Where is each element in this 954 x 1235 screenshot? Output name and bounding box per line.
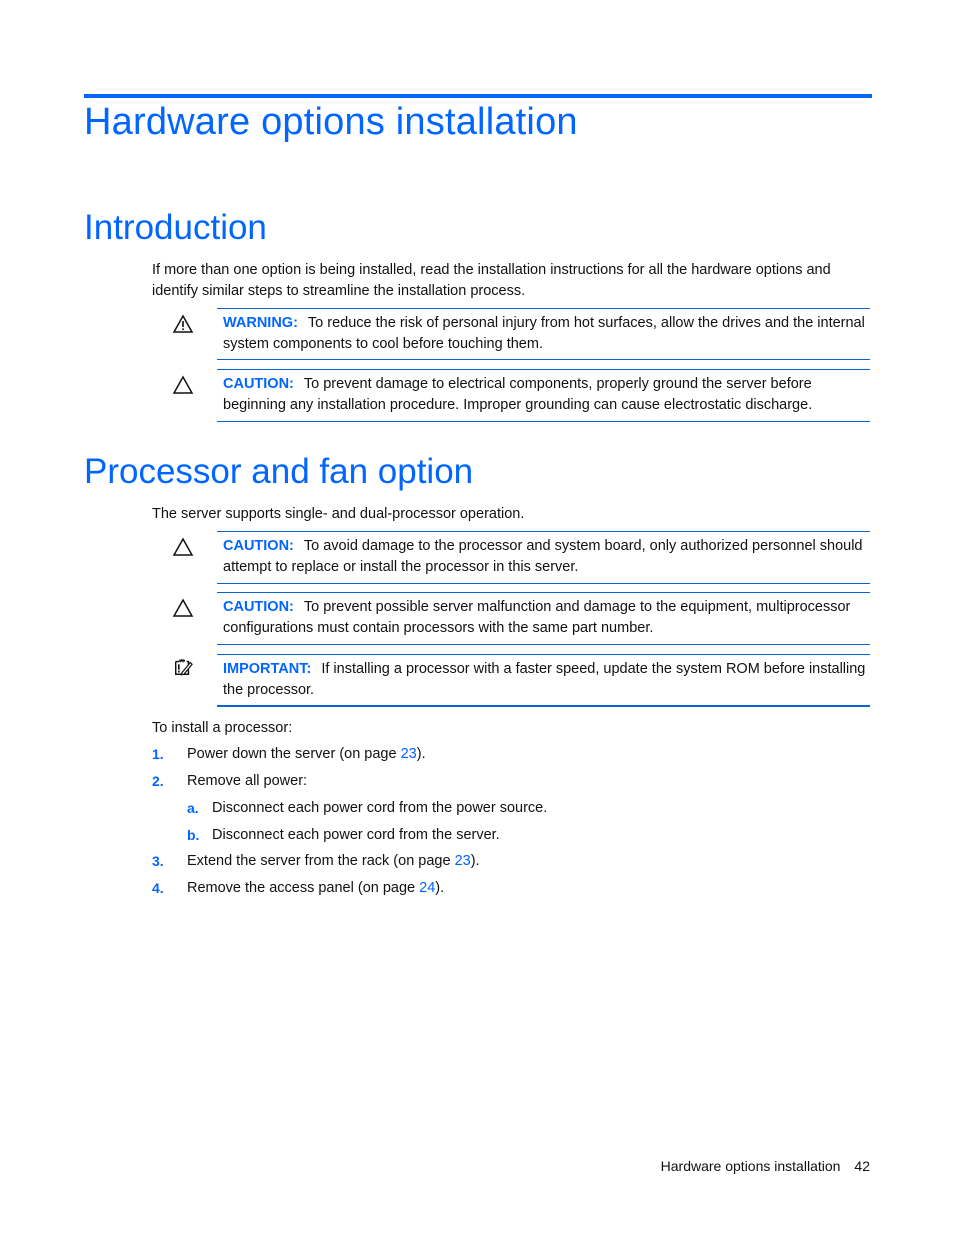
step-text: Remove all power: [187, 773, 308, 789]
step-number: 1. [152, 746, 164, 762]
title-rule [84, 94, 872, 98]
caution-text: To avoid damage to the processor and sys… [223, 538, 863, 575]
warning-label: WARNING: [223, 315, 298, 331]
substep-letter: a. [187, 800, 199, 816]
warning-note: WARNING: To reduce the risk of personal i… [217, 308, 870, 360]
step-text: Remove the access panel (on page [187, 880, 420, 896]
caution-icon [172, 537, 194, 556]
caution-icon [172, 375, 194, 394]
important-note: IMPORTANT: If installing a processor with… [217, 654, 870, 707]
steps-intro: To install a processor: [152, 720, 293, 736]
caution-text: To prevent damage to electrical componen… [223, 376, 813, 413]
page-title: Hardware options installation [84, 101, 578, 143]
step-text: Disconnect each power cord from the serv… [212, 827, 500, 843]
step-number: 2. [152, 773, 164, 789]
important-icon [175, 658, 193, 676]
step-text: Disconnect each power cord from the powe… [212, 800, 548, 816]
substep-letter: b. [187, 827, 200, 843]
caution-label: CAUTION: [223, 538, 294, 554]
caution-note: CAUTION: To avoid damage to the processor… [217, 531, 870, 584]
processor-paragraph: The server supports single- and dual-pro… [152, 506, 525, 522]
step-text-end: ). [416, 746, 426, 762]
page-footer: Hardware options installation 42 [661, 1158, 870, 1174]
step-text-end: ). [435, 880, 445, 896]
page-link[interactable]: 23 [401, 746, 417, 762]
heading-introduction: Introduction [84, 208, 267, 247]
warning-text: To reduce the risk of personal injury fr… [223, 315, 865, 352]
page-link[interactable]: 23 [455, 853, 471, 869]
important-label: IMPORTANT: [223, 661, 312, 677]
caution-label: CAUTION: [223, 376, 294, 392]
step-text-end: ). [470, 853, 480, 869]
step-number: 3. [152, 853, 164, 869]
caution-note: CAUTION: To prevent damage to electrical … [217, 369, 870, 422]
step-number: 4. [152, 880, 164, 896]
caution-label: CAUTION: [223, 599, 294, 615]
page-link[interactable]: 24 [419, 880, 435, 896]
caution-note: CAUTION: To prevent possible server malfu… [217, 592, 870, 645]
warning-icon [172, 314, 194, 333]
footer-section-title: Hardware options installation [660, 1158, 841, 1174]
caution-icon [172, 598, 194, 617]
page-number: 42 [854, 1158, 870, 1174]
step-text: Extend the server from the rack (on page [187, 853, 455, 869]
heading-processor-fan-option: Processor and fan option [84, 452, 474, 491]
caution-text: To prevent possible server malfunction a… [223, 599, 851, 636]
intro-paragraph: If more than one option is being install… [152, 262, 831, 299]
important-text: If installing a processor with a faster … [223, 661, 866, 698]
step-text: Power down the server (on page [187, 746, 401, 762]
